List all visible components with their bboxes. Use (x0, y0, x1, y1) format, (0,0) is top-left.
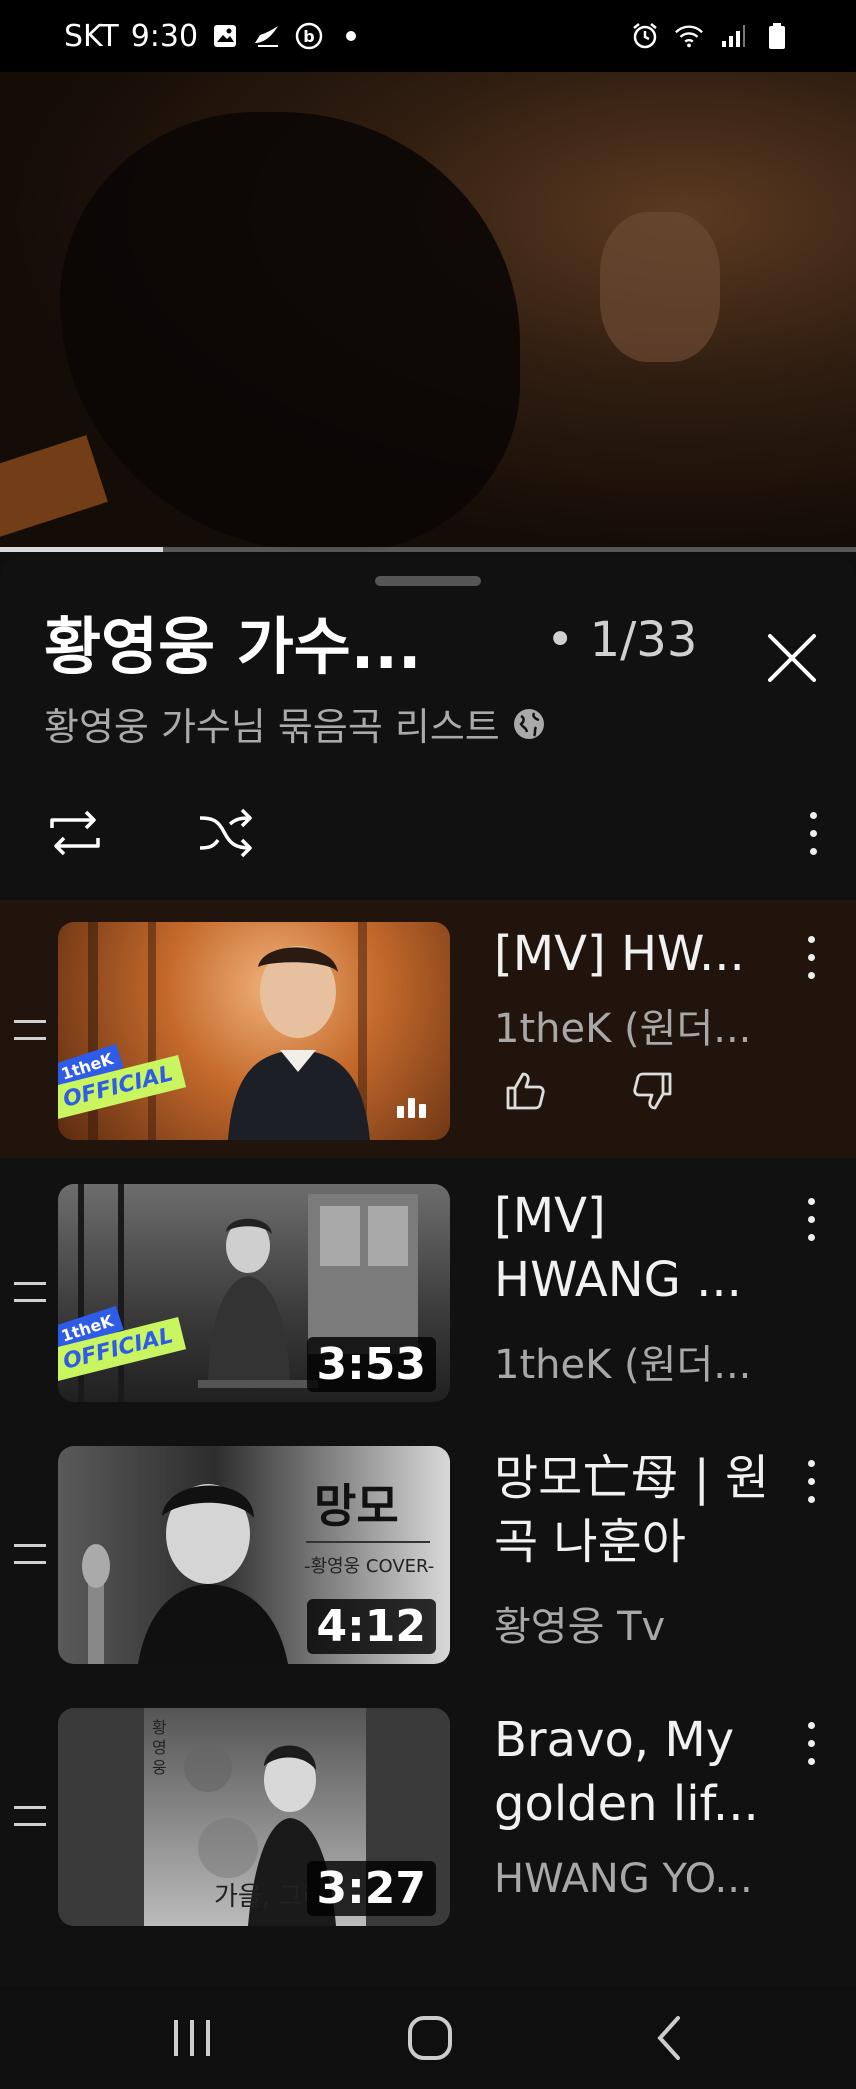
playlist-subtitle-row: 황영웅 가수님 묶음곡 리스트 (44, 696, 546, 751)
video-progress-fill (0, 547, 163, 552)
notification-dot-icon (336, 21, 366, 51)
more-vert-icon (807, 1721, 815, 1729)
signal-icon (718, 21, 748, 51)
system-nav-bar (0, 1986, 856, 2089)
overlay-subtitle: -황영웅 COVER- (304, 1556, 435, 1577)
more-vert-icon (807, 1459, 815, 1467)
item-channel: 황영웅 Tv (494, 1604, 666, 1650)
bird-icon (252, 21, 282, 51)
like-button[interactable] (502, 1068, 548, 1114)
battery-icon (762, 21, 792, 51)
playlist-item-3[interactable]: 망모 -황영웅 COVER- 4:12 망모亡母 | 원곡 나훈아 황영웅 Tv (0, 1424, 856, 1682)
playlist-item-4[interactable]: 황영웅 가을, 그리 3:27 Bravo, My golden lif... … (0, 1686, 856, 1944)
carrier-label: SKT (64, 18, 119, 54)
official-badge: 1theK OFFICIAL (58, 1305, 214, 1396)
playlist-title: 황영웅 가수... (44, 610, 422, 683)
playlist-item-1[interactable]: 1theK OFFICIAL [MV] HW... 1theK (원더... (0, 900, 856, 1158)
alarm-icon (630, 21, 660, 51)
close-button[interactable] (762, 628, 822, 688)
item-channel: HWANG YO... (494, 1856, 753, 1902)
duration-badge: 3:27 (306, 1861, 436, 1916)
thumbnail[interactable]: 망모 -황영웅 COVER- 4:12 (58, 1446, 450, 1664)
video-frame-accent (0, 435, 108, 539)
gallery-icon (210, 21, 240, 51)
back-icon (657, 2016, 680, 2060)
playlist-position: • 1/33 (546, 612, 698, 668)
dislike-button[interactable] (630, 1068, 676, 1114)
loop-icon (50, 810, 100, 856)
duration-badge: 4:12 (306, 1599, 436, 1654)
loop-button[interactable] (44, 802, 106, 864)
video-player[interactable] (0, 72, 856, 550)
thumbnail[interactable]: 1theK OFFICIAL 3:53 (58, 1184, 450, 1402)
panel-drag-handle[interactable] (375, 576, 481, 586)
item-more-button[interactable] (796, 1192, 826, 1246)
wifi-icon (674, 21, 704, 51)
video-frame-hand (600, 212, 720, 362)
thumb-up-icon (506, 1072, 545, 1110)
recent-apps-button[interactable] (162, 2008, 222, 2068)
item-title[interactable]: Bravo, My golden lif... (494, 1708, 794, 1836)
b-app-icon: b (294, 21, 324, 51)
drag-handle-icon[interactable] (14, 1282, 46, 1302)
item-channel: 1theK (원더... (494, 1006, 752, 1052)
status-bar: SKT 9:30 b (0, 0, 856, 72)
drag-handle-icon[interactable] (14, 1544, 46, 1564)
drag-handle-icon[interactable] (14, 1806, 46, 1826)
thumbnail[interactable]: 1theK OFFICIAL (58, 922, 450, 1140)
item-title[interactable]: [MV] HWANG ... (494, 1184, 794, 1312)
duration-badge: 3:53 (306, 1337, 436, 1392)
back-button[interactable] (640, 2008, 700, 2068)
drag-handle-icon[interactable] (14, 1020, 46, 1040)
shuffle-button[interactable] (196, 802, 258, 864)
more-vert-icon (807, 1197, 815, 1205)
overlay-title: 망모 (314, 1479, 399, 1533)
playlist-item-2[interactable]: 1theK OFFICIAL 3:53 [MV] HWANG ... 1theK… (0, 1162, 856, 1420)
video-progress-bar[interactable] (0, 547, 856, 552)
svg-text:b: b (303, 27, 314, 46)
thumbnail[interactable]: 황영웅 가을, 그리 3:27 (58, 1708, 450, 1926)
more-vert-icon (809, 811, 817, 819)
clock: 9:30 (130, 18, 199, 54)
globe-icon (513, 708, 544, 739)
playlist-more-button[interactable] (798, 806, 828, 860)
item-more-button[interactable] (796, 1716, 826, 1770)
item-more-button[interactable] (796, 1454, 826, 1508)
home-icon (408, 2016, 452, 2060)
more-vert-icon (807, 935, 815, 943)
item-title[interactable]: 망모亡母 | 원곡 나훈아 (494, 1446, 794, 1574)
recents-icon (174, 2020, 210, 2056)
shuffle-icon (199, 808, 252, 858)
item-channel: 1theK (원더... (494, 1342, 752, 1388)
now-playing-icon (397, 1098, 426, 1118)
overlay-vertical-text: 황영웅 (152, 1718, 167, 1777)
video-frame-figure (60, 112, 520, 550)
close-icon (768, 634, 816, 682)
item-title[interactable]: [MV] HW... (494, 922, 794, 986)
official-badge: 1theK OFFICIAL (58, 1043, 214, 1134)
playlist-subtitle: 황영웅 가수님 묶음곡 리스트 (44, 705, 500, 749)
item-more-button[interactable] (796, 930, 826, 984)
home-button[interactable] (400, 2008, 460, 2068)
thumb-down-icon (633, 1072, 672, 1110)
